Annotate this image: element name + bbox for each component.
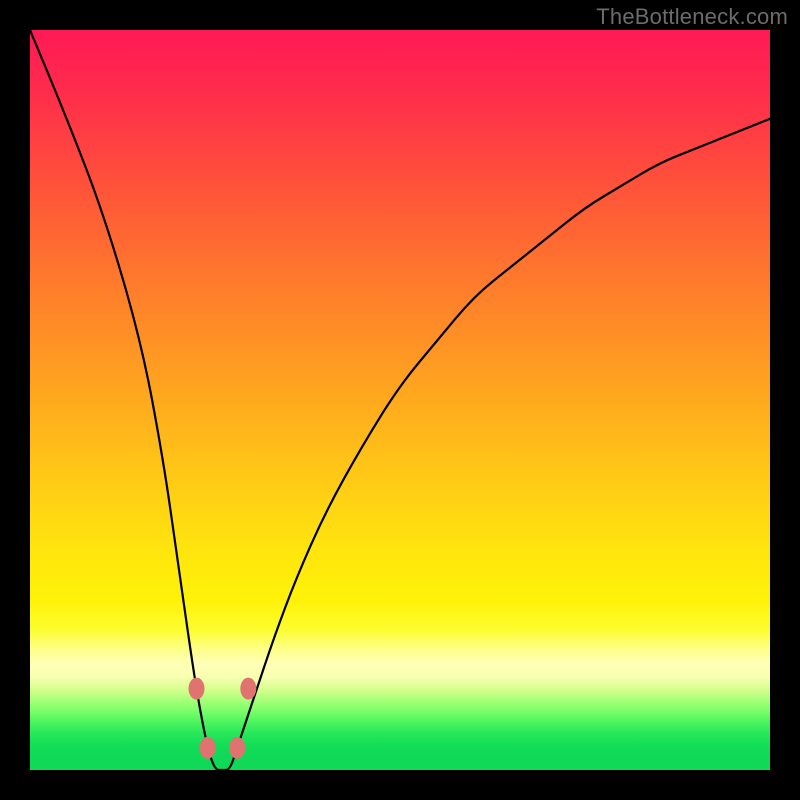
watermark-label: TheBottleneck.com — [596, 4, 788, 30]
chart-frame: TheBottleneck.com — [0, 0, 800, 800]
curve-marker — [229, 737, 245, 759]
curve-marker — [240, 678, 256, 700]
curve-path — [30, 30, 770, 770]
plot-area — [30, 30, 770, 770]
curve-marker — [189, 678, 205, 700]
curve-marker — [200, 737, 216, 759]
bottleneck-curve — [30, 30, 770, 770]
